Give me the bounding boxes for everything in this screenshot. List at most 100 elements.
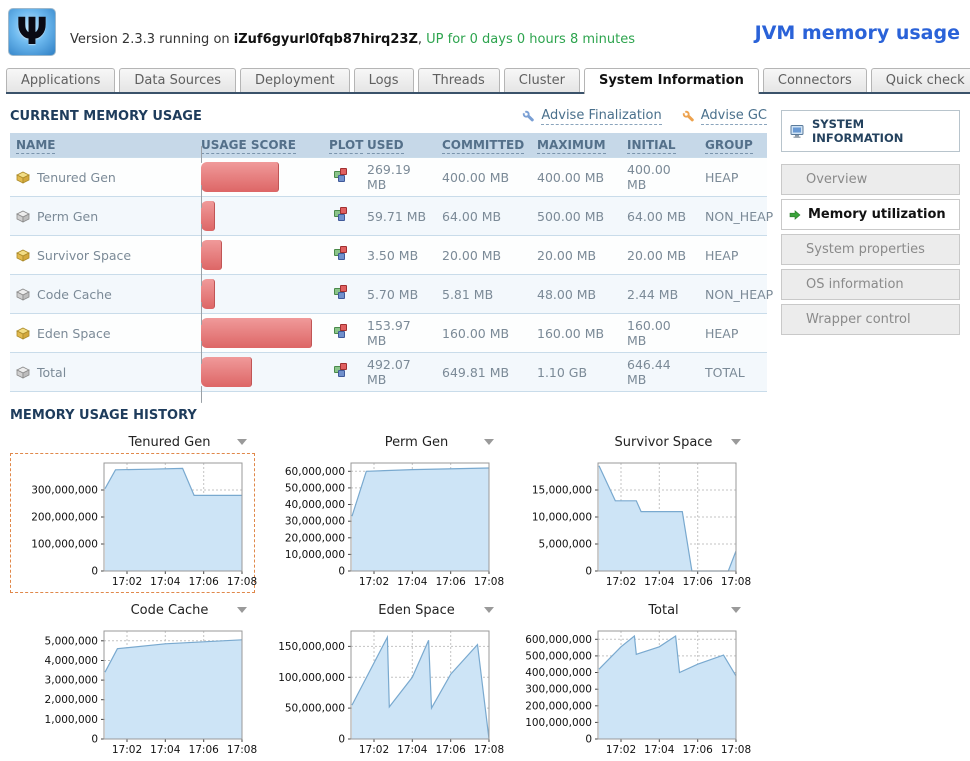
tab-logs[interactable]: Logs [354,68,414,92]
svg-text:17:08: 17:08 [721,744,751,756]
chevron-down-icon[interactable] [731,439,741,445]
chevron-down-icon[interactable] [484,607,494,613]
tab-system-information[interactable]: System Information [584,68,759,94]
app-header: Ψ Version 2.3.3 running on iZuf6gyurl0fq… [0,0,970,68]
sidebar-header: SYSTEM INFORMATION [781,110,960,152]
memory-pool-gray-icon [16,288,30,301]
svg-text:0: 0 [91,734,98,746]
chart-tenured-gen[interactable]: Tenured Gen0100,000,000200,000,000300,00… [10,433,255,593]
chevron-down-icon[interactable] [484,439,494,445]
tab-deployment[interactable]: Deployment [240,68,350,92]
svg-text:17:02: 17:02 [606,576,636,588]
svg-text:600,000,000: 600,000,000 [525,634,592,646]
chart-frame: 0100,000,000200,000,000300,000,00017:021… [10,453,255,593]
current-memory-title: CURRENT MEMORY USAGE [10,109,202,124]
initial-cell: 646.44 MB [621,353,699,392]
sidebar-item-os-information[interactable]: OS information [781,269,960,300]
column-header-usage-score[interactable]: USAGE SCORE [195,133,323,158]
svg-text:200,000,000: 200,000,000 [525,700,592,712]
table-row-eden-space: Eden Space153.97 MB160.00 MB160.00 MB160… [10,314,767,353]
svg-text:17:08: 17:08 [227,744,257,756]
svg-text:400,000,000: 400,000,000 [525,667,592,679]
usage-score-cell [195,275,323,314]
tab-threads[interactable]: Threads [418,68,500,92]
sidebar-item-memory-utilization[interactable]: Memory utilization [781,199,960,230]
pool-name: Eden Space [37,326,111,341]
chart-survivor-space[interactable]: Survivor Space05,000,00010,000,00015,000… [504,433,749,593]
plot-icon[interactable] [334,285,350,300]
tab-applications[interactable]: Applications [6,68,115,92]
column-header-name[interactable]: NAME [10,133,195,158]
column-header-group[interactable]: GROUP [699,133,767,158]
svg-text:17:04: 17:04 [150,744,181,756]
svg-text:3,000,000: 3,000,000 [45,675,98,687]
committed-cell: 64.00 MB [436,197,531,236]
usage-score-cell [195,314,323,353]
tab-quick-check[interactable]: Quick check [871,68,970,92]
chart-frame: 050,000,000100,000,000150,000,00017:0217… [257,621,502,761]
chart-frame: 0100,000,000200,000,000300,000,000400,00… [504,621,749,761]
chart-canvas: 050,000,000100,000,000150,000,00017:0217… [259,623,495,759]
committed-cell: 160.00 MB [436,314,531,353]
committed-cell: 649.81 MB [436,353,531,392]
usage-score-cell [195,197,323,236]
tab-cluster[interactable]: Cluster [504,68,580,92]
page-title: JVM memory usage [755,22,960,44]
sidebar-item-system-properties[interactable]: System properties [781,234,960,265]
used-cell: 59.71 MB [361,197,436,236]
chart-code-cache[interactable]: Code Cache01,000,0002,000,0003,000,0004,… [10,601,255,761]
column-header-plot[interactable]: PLOT [323,133,361,158]
chevron-down-icon[interactable] [731,607,741,613]
plot-icon[interactable] [334,207,350,222]
maximum-cell: 400.00 MB [531,158,621,197]
column-header-used[interactable]: USED [361,133,436,158]
sidebar-item-label: Overview [806,172,867,187]
committed-cell: 400.00 MB [436,158,531,197]
plot-cell [323,158,361,197]
svg-text:150,000,000: 150,000,000 [278,641,345,653]
svg-text:5,000,000: 5,000,000 [539,539,592,551]
svg-text:0: 0 [585,566,592,578]
advise-finalization-link[interactable]: Advise Finalization [522,108,661,125]
group-cell: NON_HEAP [699,197,767,236]
version-text: Version 2.3.3 running on [70,32,234,47]
usage-score-cell [195,236,323,275]
advise-gc-link[interactable]: Advise GC [682,108,767,125]
chart-total[interactable]: Total0100,000,000200,000,000300,000,0004… [504,601,749,761]
sidebar-item-label: System properties [806,242,925,257]
svg-text:15,000,000: 15,000,000 [532,485,592,497]
name-cell: Survivor Space [10,236,195,275]
sidebar-item-wrapper-control[interactable]: Wrapper control [781,304,960,335]
svg-text:300,000,000: 300,000,000 [525,684,592,696]
plot-cell [323,197,361,236]
plot-icon[interactable] [334,246,350,261]
tab-connectors[interactable]: Connectors [763,68,867,92]
column-header-maximum[interactable]: MAXIMUM [531,133,621,158]
column-header-committed[interactable]: COMMITTED [436,133,531,158]
wrench-icon [522,110,536,124]
chart-canvas: 01,000,0002,000,0003,000,0004,000,0005,0… [12,623,248,759]
sidebar-item-label: OS information [806,277,904,292]
pool-name: Perm Gen [37,209,98,224]
psi-logo-icon[interactable]: Ψ [8,8,56,56]
chart-perm-gen[interactable]: Perm Gen010,000,00020,000,00030,000,0004… [257,433,502,593]
maximum-cell: 20.00 MB [531,236,621,275]
chart-eden-space[interactable]: Eden Space050,000,000100,000,000150,000,… [257,601,502,761]
chevron-down-icon[interactable] [237,607,247,613]
plot-icon[interactable] [334,324,350,339]
initial-cell: 2.44 MB [621,275,699,314]
sidebar-item-overview[interactable]: Overview [781,164,960,195]
tab-data-sources[interactable]: Data Sources [119,68,236,92]
plot-icon[interactable] [334,363,350,378]
chevron-down-icon[interactable] [237,439,247,445]
plot-icon[interactable] [334,168,350,183]
svg-text:17:04: 17:04 [644,744,675,756]
svg-text:17:08: 17:08 [721,576,751,588]
svg-text:20,000,000: 20,000,000 [285,532,345,544]
svg-text:0: 0 [338,734,345,746]
memory-table-header-row: NAMEUSAGE SCOREPLOTUSEDCOMMITTEDMAXIMUMI… [10,133,767,158]
column-header-initial[interactable]: INITIAL [621,133,699,158]
used-cell: 3.50 MB [361,236,436,275]
name-cell: Eden Space [10,314,195,353]
svg-text:10,000,000: 10,000,000 [285,549,345,561]
